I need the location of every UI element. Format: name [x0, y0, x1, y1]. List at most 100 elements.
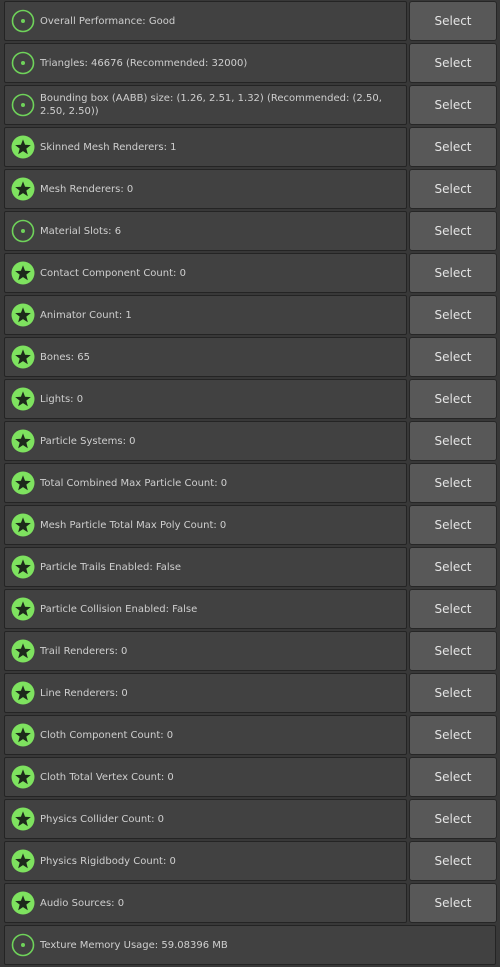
select-button[interactable]: Select — [409, 85, 497, 125]
stat-label: Line Renderers: 0 — [40, 687, 128, 699]
select-button[interactable]: Select — [409, 295, 497, 335]
excellent-rating-star-icon — [11, 513, 35, 537]
stat-row: Physics Rigidbody Count: 0 Select — [4, 841, 497, 881]
stat-info-box: Bounding box (AABB) size: (1.26, 2.51, 1… — [4, 85, 407, 125]
excellent-rating-star-icon — [11, 597, 35, 621]
stat-row: Particle Trails Enabled: False Select — [4, 547, 497, 587]
excellent-rating-star-icon — [11, 891, 35, 915]
stat-info-box: Bones: 65 — [4, 337, 407, 377]
stat-row: Texture Memory Usage: 59.08396 MB — [4, 925, 496, 965]
stat-row: Audio Sources: 0 Select — [4, 883, 497, 923]
select-button[interactable]: Select — [409, 379, 497, 419]
stat-info-box: Mesh Renderers: 0 — [4, 169, 407, 209]
stat-label: Audio Sources: 0 — [40, 897, 125, 909]
stat-info-box: Lights: 0 — [4, 379, 407, 419]
stat-info-box: Line Renderers: 0 — [4, 673, 407, 713]
stat-label: Trail Renderers: 0 — [40, 645, 128, 657]
stat-row: Trail Renderers: 0 Select — [4, 631, 497, 671]
stat-info-box: Overall Performance: Good — [4, 1, 407, 41]
stat-info-box: Contact Component Count: 0 — [4, 253, 407, 293]
excellent-rating-star-icon — [11, 765, 35, 789]
stat-row: Bones: 65 Select — [4, 337, 497, 377]
select-button[interactable]: Select — [409, 337, 497, 377]
stat-label: Bones: 65 — [40, 351, 90, 363]
select-button[interactable]: Select — [409, 211, 497, 251]
stat-row: Triangles: 46676 (Recommended: 32000) Sel… — [4, 43, 497, 83]
excellent-rating-star-icon — [11, 303, 35, 327]
stat-label: Particle Trails Enabled: False — [40, 561, 182, 573]
stat-info-box: Skinned Mesh Renderers: 1 — [4, 127, 407, 167]
stat-info-box: Particle Trails Enabled: False — [4, 547, 407, 587]
excellent-rating-star-icon — [11, 429, 35, 453]
select-button[interactable]: Select — [409, 589, 497, 629]
stat-row: Material Slots: 6 Select — [4, 211, 497, 251]
select-button[interactable]: Select — [409, 505, 497, 545]
excellent-rating-star-icon — [11, 639, 35, 663]
select-button[interactable]: Select — [409, 715, 497, 755]
good-rating-icon — [11, 219, 35, 243]
stat-label: Skinned Mesh Renderers: 1 — [40, 141, 177, 153]
select-button[interactable]: Select — [409, 127, 497, 167]
excellent-rating-star-icon — [11, 555, 35, 579]
stat-row: Animator Count: 1 Select — [4, 295, 497, 335]
select-button[interactable]: Select — [409, 841, 497, 881]
stat-label: Mesh Renderers: 0 — [40, 183, 134, 195]
stat-row: Skinned Mesh Renderers: 1 Select — [4, 127, 497, 167]
stat-info-box: Mesh Particle Total Max Poly Count: 0 — [4, 505, 407, 545]
excellent-rating-star-icon — [11, 261, 35, 285]
stat-row: Lights: 0 Select — [4, 379, 497, 419]
stat-label: Material Slots: 6 — [40, 225, 122, 237]
stat-label: Bounding box (AABB) size: (1.26, 2.51, 1… — [40, 93, 382, 117]
excellent-rating-star-icon — [11, 849, 35, 873]
stat-info-box: Physics Rigidbody Count: 0 — [4, 841, 407, 881]
stat-label: Total Combined Max Particle Count: 0 — [40, 477, 228, 489]
select-button[interactable]: Select — [409, 169, 497, 209]
stat-label: Mesh Particle Total Max Poly Count: 0 — [40, 519, 227, 531]
select-button[interactable]: Select — [409, 421, 497, 461]
stat-row: Cloth Total Vertex Count: 0 Select — [4, 757, 497, 797]
select-button[interactable]: Select — [409, 547, 497, 587]
stat-label: Physics Rigidbody Count: 0 — [40, 855, 176, 867]
stat-label: Overall Performance: Good — [40, 15, 176, 27]
excellent-rating-star-icon — [11, 387, 35, 411]
stat-info-box: Particle Collision Enabled: False — [4, 589, 407, 629]
select-button[interactable]: Select — [409, 463, 497, 503]
stat-row: Particle Systems: 0 Select — [4, 421, 497, 461]
select-button[interactable]: Select — [409, 1, 497, 41]
good-rating-icon — [11, 93, 35, 117]
excellent-rating-star-icon — [11, 723, 35, 747]
stat-info-box: Material Slots: 6 — [4, 211, 407, 251]
stat-row: Cloth Component Count: 0 Select — [4, 715, 497, 755]
select-button[interactable]: Select — [409, 253, 497, 293]
stat-info-box: Trail Renderers: 0 — [4, 631, 407, 671]
stat-info-box: Texture Memory Usage: 59.08396 MB — [4, 925, 496, 965]
stat-info-box: Physics Collider Count: 0 — [4, 799, 407, 839]
select-button[interactable]: Select — [409, 43, 497, 83]
excellent-rating-star-icon — [11, 177, 35, 201]
stat-label: Particle Systems: 0 — [40, 435, 136, 447]
good-rating-icon — [11, 9, 35, 33]
stat-info-box: Particle Systems: 0 — [4, 421, 407, 461]
stat-row: Physics Collider Count: 0 Select — [4, 799, 497, 839]
stat-row: Mesh Renderers: 0 Select — [4, 169, 497, 209]
stat-label: Triangles: 46676 (Recommended: 32000) — [40, 57, 248, 69]
excellent-rating-star-icon — [11, 471, 35, 495]
stat-info-box: Cloth Total Vertex Count: 0 — [4, 757, 407, 797]
select-button[interactable]: Select — [409, 757, 497, 797]
excellent-rating-star-icon — [11, 345, 35, 369]
stat-label: Physics Collider Count: 0 — [40, 813, 164, 825]
excellent-rating-star-icon — [11, 681, 35, 705]
stat-row: Contact Component Count: 0 Select — [4, 253, 497, 293]
select-button[interactable]: Select — [409, 631, 497, 671]
select-button[interactable]: Select — [409, 673, 497, 713]
stat-row: Bounding box (AABB) size: (1.26, 2.51, 1… — [4, 85, 497, 125]
stat-label: Lights: 0 — [40, 393, 84, 405]
select-button[interactable]: Select — [409, 883, 497, 923]
stat-row: Particle Collision Enabled: False Select — [4, 589, 497, 629]
select-button[interactable]: Select — [409, 799, 497, 839]
stat-label: Particle Collision Enabled: False — [40, 603, 198, 615]
stat-info-box: Total Combined Max Particle Count: 0 — [4, 463, 407, 503]
stat-info-box: Animator Count: 1 — [4, 295, 407, 335]
stat-label: Texture Memory Usage: 59.08396 MB — [40, 939, 228, 951]
stat-row: Total Combined Max Particle Count: 0 Sele… — [4, 463, 497, 503]
